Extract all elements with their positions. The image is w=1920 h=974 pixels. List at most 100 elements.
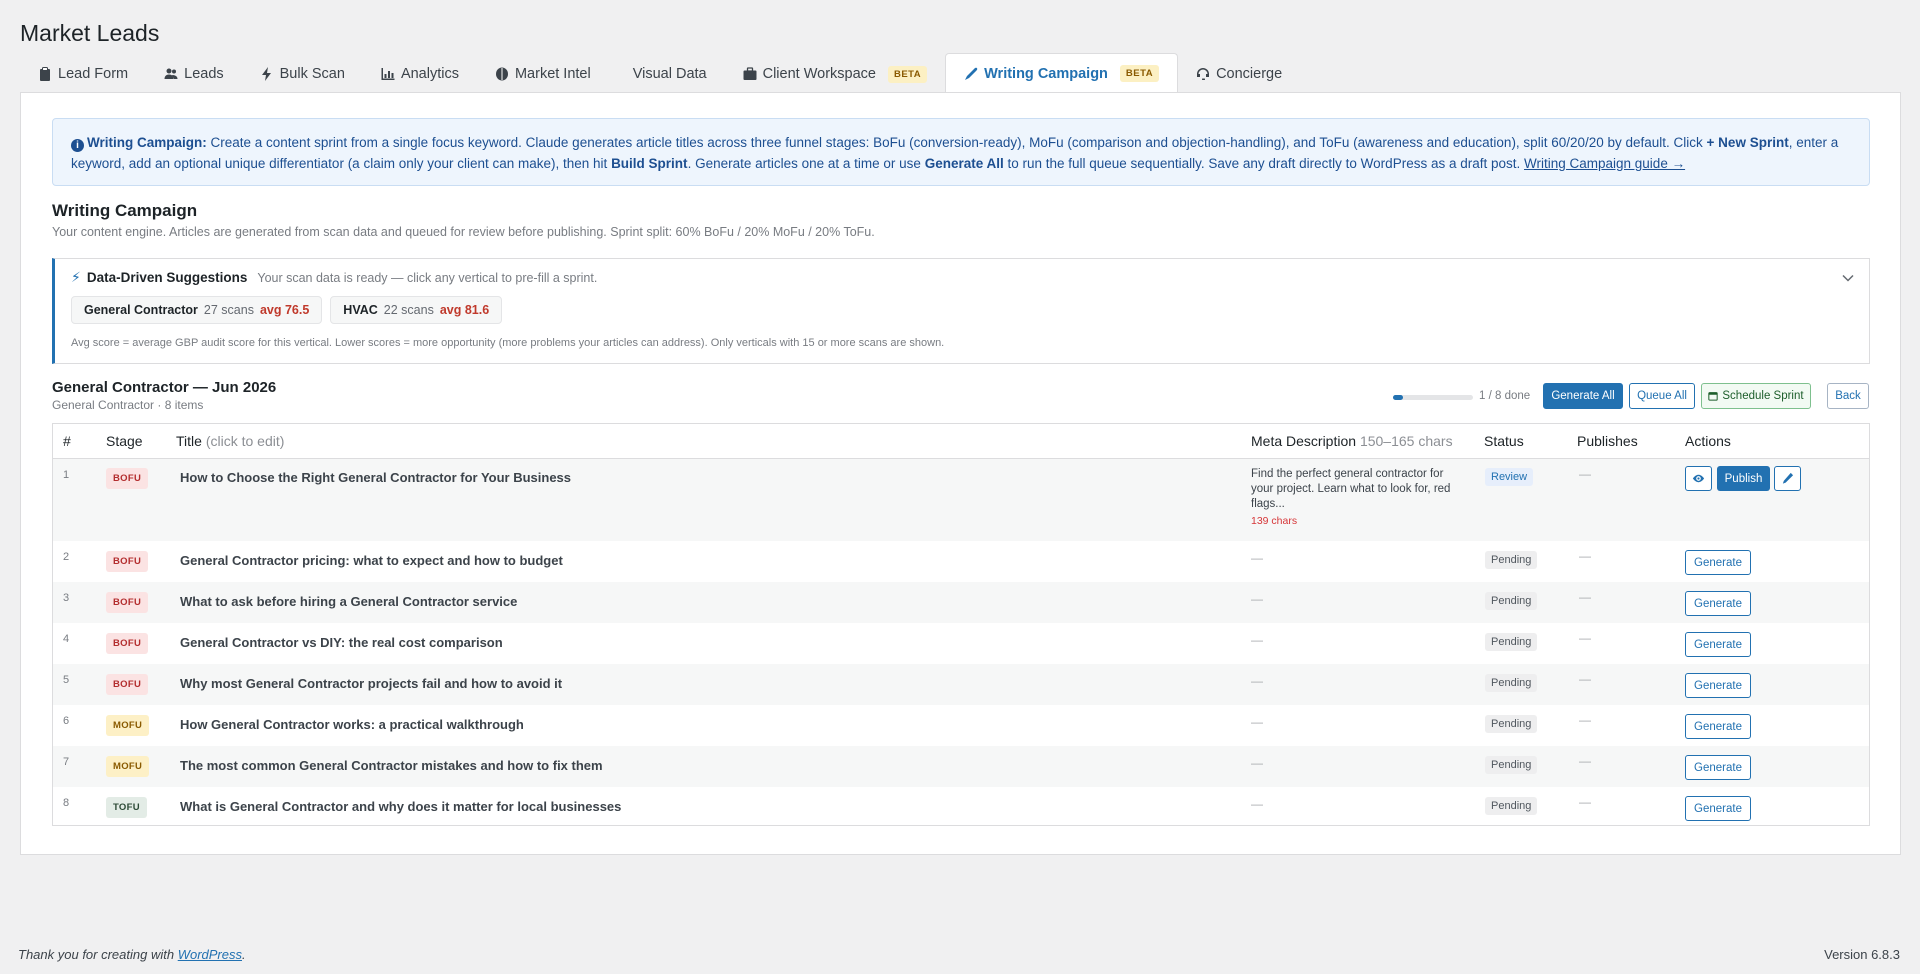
info-bold: Build Sprint bbox=[611, 155, 688, 171]
tab-writing-campaign[interactable]: Writing Campaign BETA bbox=[945, 53, 1179, 93]
suggestions-title: Data-Driven Suggestions bbox=[86, 270, 248, 285]
progress-text: 1 / 8 done bbox=[1479, 390, 1531, 402]
preview-button[interactable] bbox=[1685, 466, 1712, 491]
pencil-icon bbox=[1782, 472, 1794, 484]
publishes-value: — bbox=[1579, 754, 1591, 768]
brain-icon bbox=[495, 67, 508, 81]
tab-bulk-scan[interactable]: Bulk Scan bbox=[242, 56, 363, 92]
back-button[interactable]: Back bbox=[1827, 383, 1869, 409]
generate-button[interactable]: Generate bbox=[1685, 796, 1751, 821]
table-row: 1 BOFU How to Choose the Right General C… bbox=[53, 459, 1869, 541]
meta-description: — bbox=[1251, 715, 1263, 729]
row-number: 7 bbox=[63, 756, 70, 768]
meta-description: — bbox=[1251, 592, 1263, 606]
generate-button[interactable]: Generate bbox=[1685, 550, 1751, 575]
info-bold: + New Sprint bbox=[1706, 135, 1789, 150]
info-text: Create a content sprint from a single fo… bbox=[206, 135, 1707, 150]
status-badge: Pending bbox=[1485, 715, 1538, 733]
info-notice: i Writing Campaign: Create a content spri… bbox=[52, 118, 1870, 186]
col-publishes: Publishes bbox=[1577, 433, 1638, 449]
publishes-value: — bbox=[1579, 549, 1591, 563]
col-num: # bbox=[63, 433, 71, 449]
suggestion-chip-general-contractor[interactable]: General Contractor 27 scans avg 76.5 bbox=[71, 296, 323, 324]
row-number: 2 bbox=[63, 551, 70, 563]
chip-scans: 27 scans bbox=[203, 303, 254, 317]
table-row: 5 BOFU Why most General Contractor proje… bbox=[53, 664, 1869, 705]
suggestions-header[interactable]: ⚡ Data-Driven Suggestions Your scan data… bbox=[71, 269, 597, 286]
wordpress-link[interactable]: WordPress bbox=[178, 947, 242, 962]
meta-description: — bbox=[1251, 551, 1263, 565]
row-number: 4 bbox=[63, 633, 70, 645]
generate-button[interactable]: Generate bbox=[1685, 714, 1751, 739]
table-row: 2 BOFU General Contractor pricing: what … bbox=[53, 541, 1869, 582]
info-text: . Generate articles one at a time or use bbox=[687, 155, 925, 171]
briefcase-icon bbox=[743, 67, 757, 80]
row-number: 1 bbox=[63, 469, 70, 481]
publishes-value: — bbox=[1579, 467, 1591, 481]
tab-visual-data[interactable]: Visual Data bbox=[609, 56, 725, 92]
tab-label: Lead Form bbox=[58, 66, 129, 82]
tab-label: Bulk Scan bbox=[279, 66, 345, 82]
suggestion-chips: General Contractor 27 scans avg 76.5 HVA… bbox=[71, 296, 503, 324]
stage-badge: MOFU bbox=[106, 756, 150, 777]
tab-lead-form[interactable]: Lead Form bbox=[20, 56, 146, 92]
generate-button[interactable]: Generate bbox=[1685, 632, 1751, 657]
edit-button[interactable] bbox=[1774, 466, 1801, 491]
stage-badge: MOFU bbox=[106, 715, 150, 736]
users-icon bbox=[164, 68, 178, 79]
article-title[interactable]: Why most General Contractor projects fai… bbox=[180, 676, 562, 691]
col-title-hint: (click to edit) bbox=[205, 433, 285, 449]
article-title[interactable]: General Contractor pricing: what to expe… bbox=[180, 553, 563, 568]
stage-badge: BOFU bbox=[106, 468, 149, 489]
tab-label: Client Workspace bbox=[762, 66, 876, 82]
tab-label: Visual Data bbox=[632, 66, 707, 82]
tab-market-intel[interactable]: Market Intel bbox=[477, 56, 609, 92]
article-title[interactable]: What to ask before hiring a General Cont… bbox=[180, 594, 517, 609]
tab-leads[interactable]: Leads bbox=[146, 56, 242, 92]
info-lead: Writing Campaign: bbox=[87, 135, 207, 150]
col-meta-hint: 150–165 chars bbox=[1359, 433, 1453, 449]
generate-button[interactable]: Generate bbox=[1685, 591, 1751, 616]
status-badge: Pending bbox=[1485, 633, 1538, 651]
meta-text: Find the perfect general contractor for … bbox=[1251, 468, 1451, 510]
suggestion-chip-hvac[interactable]: HVAC 22 scans avg 81.6 bbox=[330, 296, 503, 324]
chevron-down-icon[interactable] bbox=[1841, 271, 1855, 285]
tab-label: Leads bbox=[184, 66, 224, 82]
suggestions-subtitle: Your scan data is ready — click any vert… bbox=[257, 270, 598, 285]
tab-label: Writing Campaign bbox=[984, 65, 1108, 82]
chip-scans: 22 scans bbox=[383, 303, 434, 317]
status-badge: Pending bbox=[1485, 797, 1538, 815]
chip-avg: avg 76.5 bbox=[259, 303, 310, 317]
generate-all-button[interactable]: Generate All bbox=[1543, 383, 1623, 409]
tab-label: Analytics bbox=[400, 66, 459, 82]
guide-link[interactable]: Writing Campaign guide → bbox=[1524, 156, 1685, 171]
chart-icon bbox=[381, 68, 395, 80]
table-row: 3 BOFU What to ask before hiring a Gener… bbox=[53, 582, 1869, 623]
publishes-value: — bbox=[1579, 590, 1591, 604]
beta-badge: BETA bbox=[1119, 65, 1160, 82]
row-number: 8 bbox=[63, 797, 70, 809]
col-title: Title (click to edit) bbox=[176, 433, 284, 449]
schedule-sprint-button[interactable]: Schedule Sprint bbox=[1701, 383, 1811, 409]
sprint-table: # Stage Title (click to edit) Meta Descr… bbox=[52, 423, 1870, 826]
article-title[interactable]: The most common General Contractor mista… bbox=[180, 758, 603, 773]
tab-client-workspace[interactable]: Client Workspace BETA bbox=[725, 56, 946, 92]
generate-button[interactable]: Generate bbox=[1685, 755, 1751, 780]
tab-analytics[interactable]: Analytics bbox=[363, 56, 477, 92]
queue-all-button[interactable]: Queue All bbox=[1629, 383, 1695, 409]
meta-description: Find the perfect general contractor for … bbox=[1251, 467, 1461, 527]
article-title[interactable]: How General Contractor works: a practica… bbox=[180, 717, 524, 732]
suggestions-note: Avg score = average GBP audit score for … bbox=[71, 337, 945, 349]
generate-button[interactable]: Generate bbox=[1685, 673, 1751, 698]
bolt-icon: ⚡ bbox=[71, 269, 81, 285]
article-title[interactable]: General Contractor vs DIY: the real cost… bbox=[180, 635, 503, 650]
tab-concierge[interactable]: Concierge bbox=[1178, 56, 1300, 92]
publishes-value: — bbox=[1579, 672, 1591, 686]
article-title[interactable]: How to Choose the Right General Contract… bbox=[180, 470, 571, 485]
progress-fill bbox=[1393, 395, 1403, 400]
article-title[interactable]: What is General Contractor and why does … bbox=[180, 799, 621, 814]
info-text: to run the full queue sequentially. Save… bbox=[1003, 155, 1524, 171]
col-title-label: Title bbox=[176, 433, 202, 449]
meta-description: — bbox=[1251, 633, 1263, 647]
publish-button[interactable]: Publish bbox=[1717, 466, 1770, 491]
